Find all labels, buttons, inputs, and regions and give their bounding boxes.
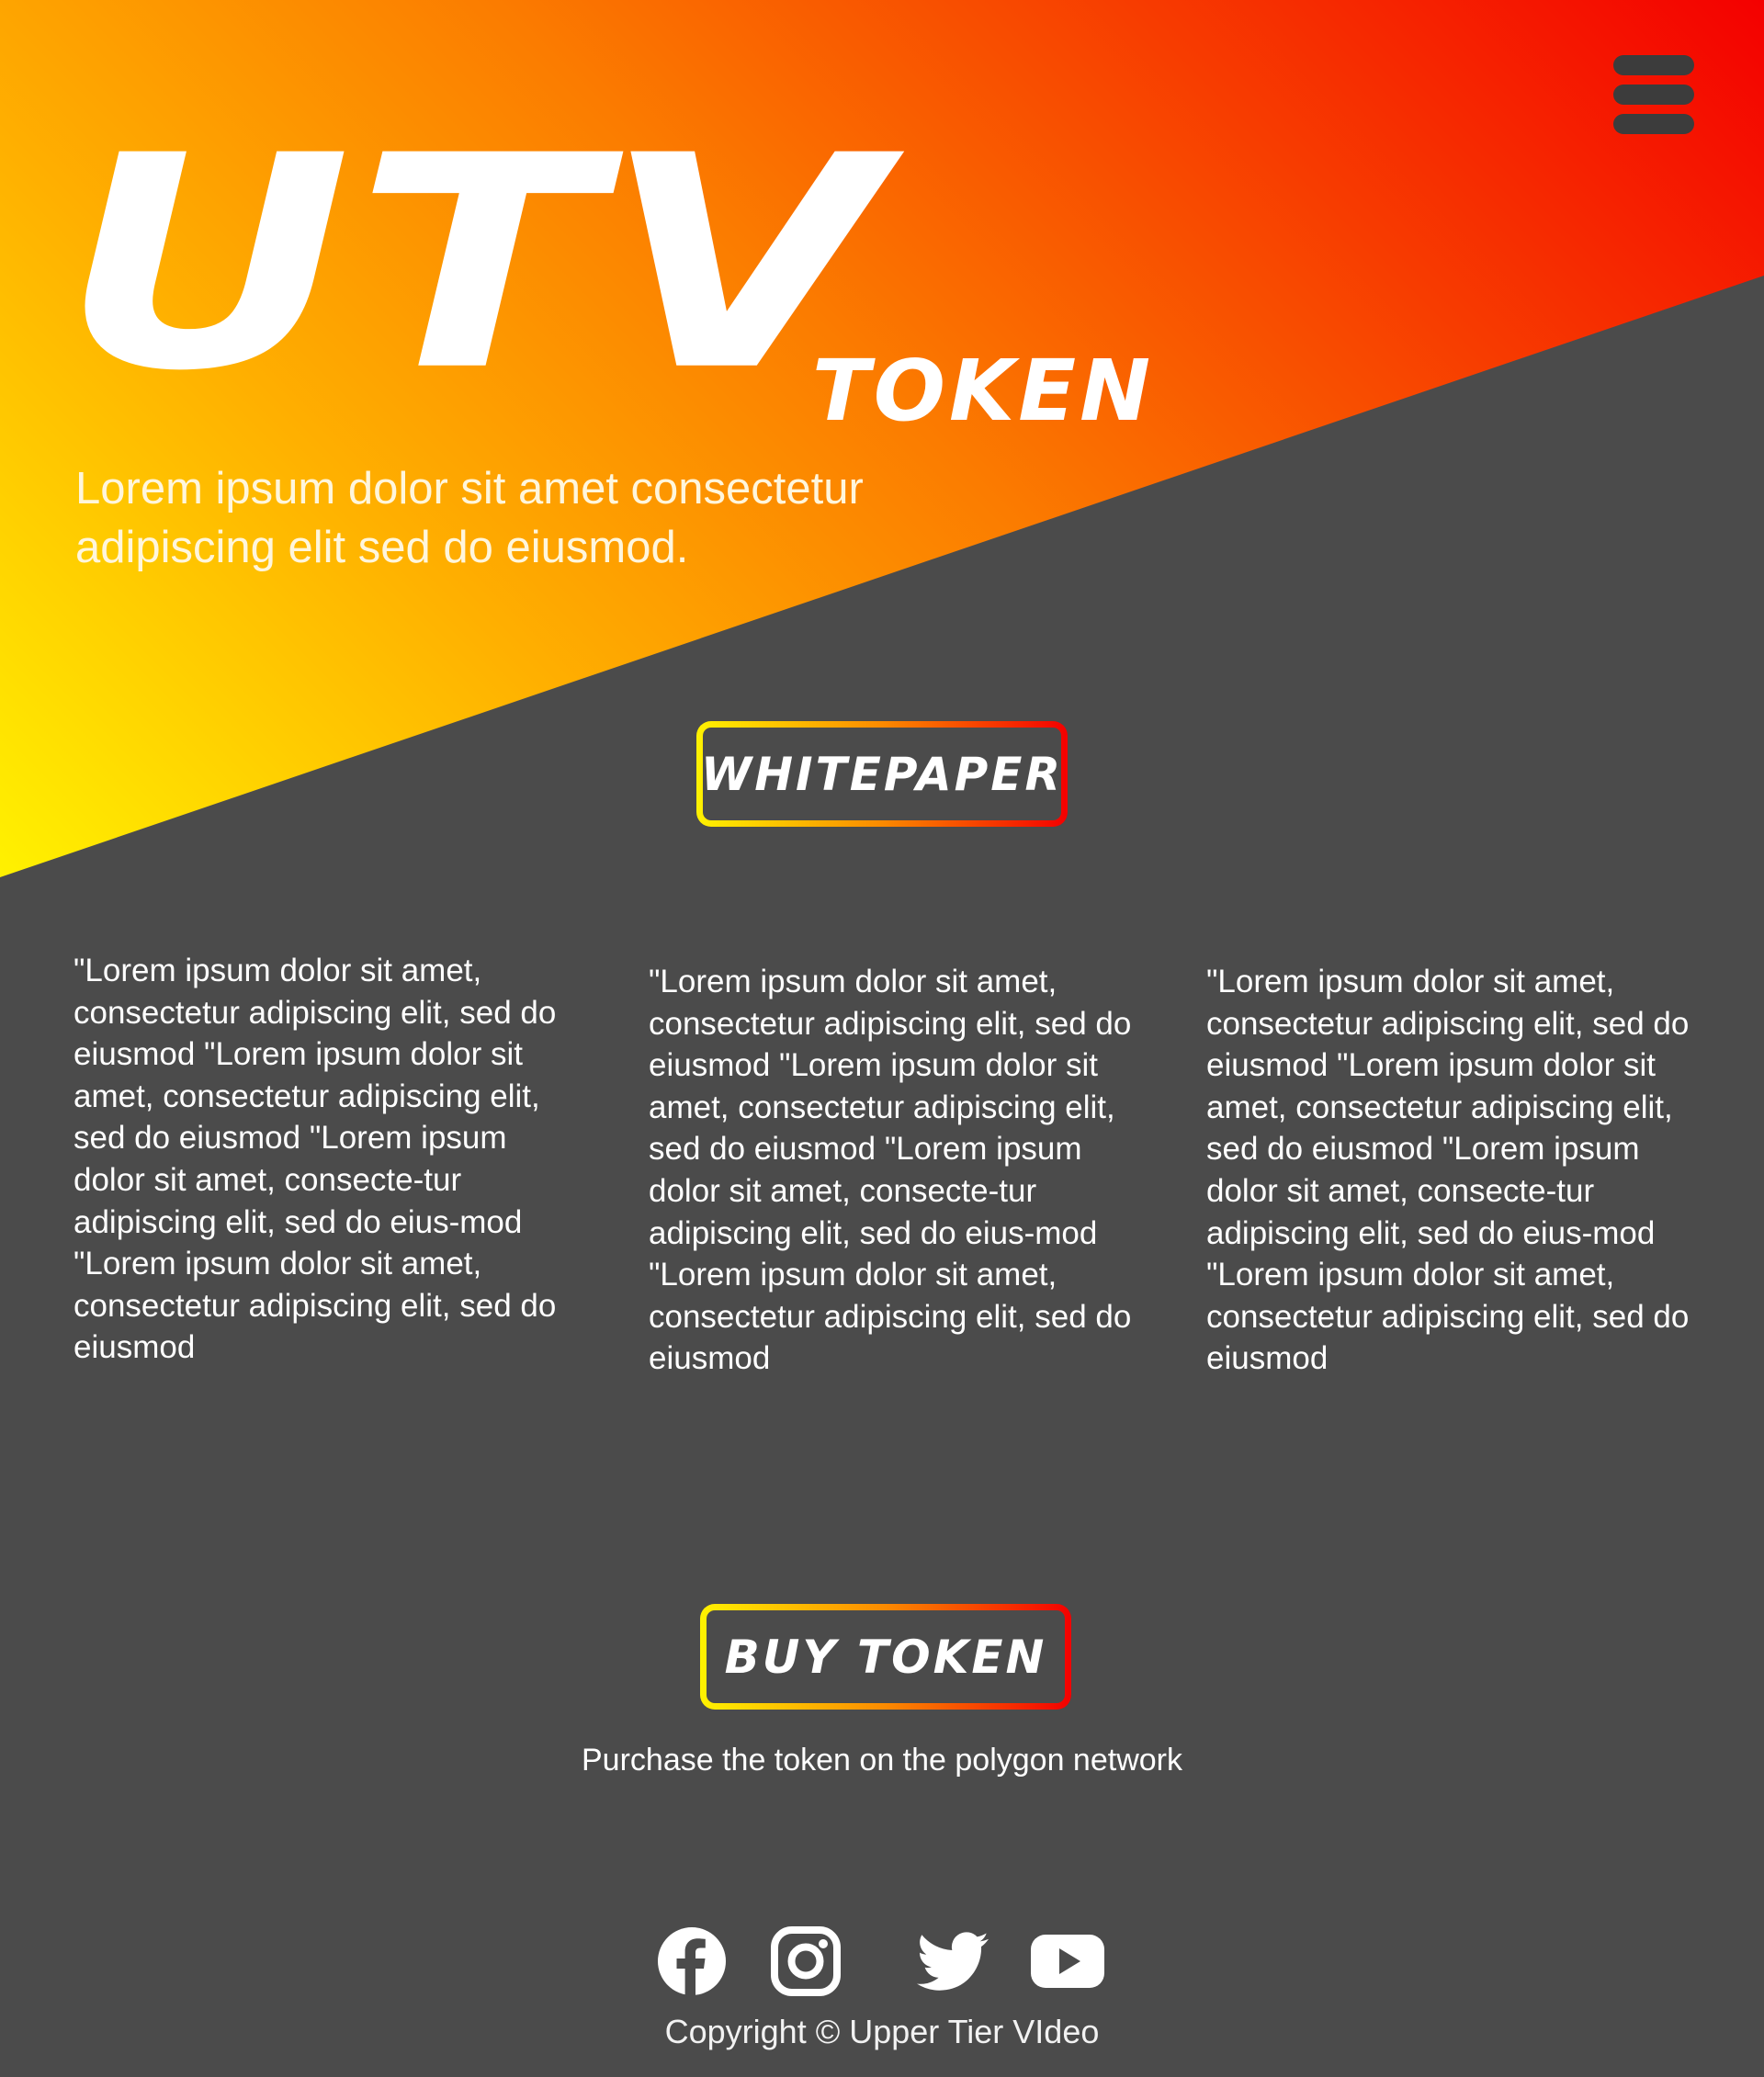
menu-bar	[1613, 114, 1694, 134]
copyright-text: Copyright © Upper Tier VIdeo	[664, 2013, 1100, 2050]
menu-bar	[1613, 55, 1694, 75]
info-column-3: "Lorem ipsum dolor sit amet, consectetur…	[1206, 964, 1690, 1377]
twitter-icon[interactable]	[917, 1925, 989, 1997]
logo-main-text: UTV	[61, 92, 885, 435]
info-column-1: "Lorem ipsum dolor sit amet, consectetur…	[74, 953, 557, 1366]
whitepaper-button[interactable]: WHITEPAPER	[696, 721, 1068, 827]
whitepaper-button-label: WHITEPAPER	[701, 747, 1063, 801]
social-links	[0, 1925, 1764, 2008]
logo-sub-text: TOKEN	[812, 342, 1155, 440]
buy-token-button-label: BUY TOKEN	[724, 1630, 1047, 1684]
info-column-2: "Lorem ipsum dolor sit amet, consectetur…	[649, 964, 1132, 1377]
youtube-icon[interactable]	[1029, 1925, 1106, 1997]
utv-token-logo: UTV TOKEN	[61, 92, 1150, 435]
buy-token-button[interactable]: BUY TOKEN	[700, 1604, 1071, 1710]
hamburger-menu-icon[interactable]	[1610, 53, 1698, 136]
instagram-icon[interactable]	[770, 1925, 842, 1997]
menu-bar	[1613, 85, 1694, 105]
hero-tagline: Lorem ipsum dolor sit amet consectetur a…	[75, 464, 864, 572]
facebook-icon[interactable]	[656, 1925, 728, 1997]
purchase-note: Purchase the token on the polygon networ…	[582, 1743, 1182, 1778]
